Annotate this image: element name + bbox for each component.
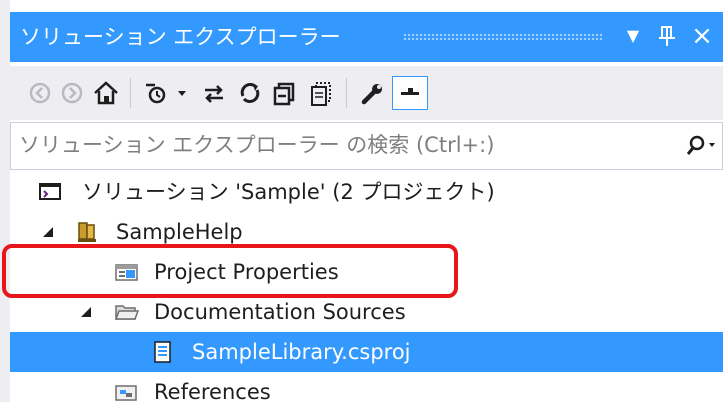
tree-item-label: SampleLibrary.csproj bbox=[192, 340, 411, 364]
sync-with-active-document-button[interactable] bbox=[198, 76, 230, 110]
filter-dropdown-button[interactable] bbox=[172, 76, 192, 110]
close-button[interactable]: × bbox=[688, 20, 716, 52]
tree-item-label: ソリューション 'Sample' (2 プロジェクト) bbox=[82, 180, 495, 204]
pending-changes-filter-icon bbox=[146, 83, 166, 104]
window-title: ソリューション エクスプローラー bbox=[20, 25, 341, 49]
home-icon bbox=[94, 81, 118, 105]
title-grip[interactable] bbox=[403, 33, 603, 41]
back-button[interactable] bbox=[24, 76, 56, 110]
forward-button[interactable] bbox=[56, 76, 88, 110]
tree-item-solution[interactable]: ソリューション 'Sample' (2 プロジェクト) bbox=[10, 172, 723, 212]
search-input[interactable]: ソリューション エクスプローラー の検索 (Ctrl+:) bbox=[10, 122, 723, 170]
expanded-arrow-icon[interactable] bbox=[78, 304, 94, 320]
sync-icon bbox=[205, 85, 223, 103]
help-project-icon bbox=[78, 222, 96, 242]
back-icon bbox=[29, 82, 51, 104]
auto-hide-pin-button[interactable] bbox=[653, 20, 681, 52]
window-position-menu-button[interactable]: ▼ bbox=[619, 20, 647, 52]
title-bar[interactable]: ソリューション エクスプローラー ▼ × bbox=[10, 12, 723, 62]
solution-icon bbox=[39, 183, 61, 200]
highlight-annotation bbox=[2, 244, 458, 298]
refresh-icon bbox=[240, 83, 260, 103]
tree-item-references[interactable]: References bbox=[10, 372, 723, 412]
panel-left-border bbox=[0, 0, 10, 402]
toolbar-separator bbox=[130, 78, 131, 108]
tree-item-samplelibrary-csproj[interactable]: SampleLibrary.csproj bbox=[10, 332, 723, 372]
properties-button[interactable] bbox=[356, 76, 388, 110]
preview-icon bbox=[401, 88, 419, 95]
tree-item-label: Documentation Sources bbox=[154, 300, 406, 324]
references-icon bbox=[115, 385, 137, 401]
tree-item-documentation-sources[interactable]: Documentation Sources bbox=[10, 292, 723, 332]
tree-item-label: References bbox=[154, 380, 271, 404]
toolbar-separator bbox=[346, 78, 347, 108]
tree-item-label: SampleHelp bbox=[116, 220, 243, 244]
search-icon bbox=[686, 135, 715, 155]
preview-selected-items-button[interactable] bbox=[392, 76, 428, 110]
collapse-all-icon bbox=[273, 82, 295, 106]
open-folder-icon bbox=[114, 305, 140, 320]
search-placeholder: ソリューション エクスプローラー の検索 (Ctrl+:) bbox=[19, 133, 495, 157]
project-file-icon bbox=[154, 341, 171, 363]
home-button[interactable] bbox=[90, 76, 122, 110]
dropdown-icon bbox=[178, 91, 186, 96]
properties-icon bbox=[361, 84, 382, 105]
expanded-arrow-icon[interactable] bbox=[40, 224, 56, 240]
search-button[interactable] bbox=[683, 132, 719, 160]
show-all-files-button[interactable] bbox=[306, 76, 338, 110]
show-all-files-icon bbox=[311, 82, 331, 106]
refresh-button[interactable] bbox=[234, 76, 266, 110]
collapse-all-button[interactable] bbox=[270, 76, 302, 110]
toolbar bbox=[10, 66, 723, 120]
pending-changes-filter-button[interactable] bbox=[140, 76, 172, 110]
forward-icon bbox=[61, 82, 83, 104]
pin-icon bbox=[659, 26, 675, 46]
solution-explorer-panel: ソリューション エクスプローラー ▼ × ソリューション エクスプローラー の検… bbox=[0, 0, 723, 404]
